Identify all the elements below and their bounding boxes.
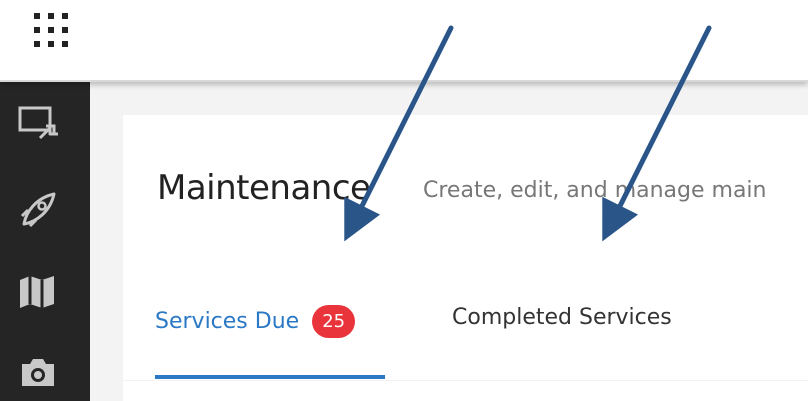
- tab-services-due[interactable]: Services Due 25: [155, 305, 356, 355]
- active-tab-indicator: [155, 375, 385, 379]
- top-bar: [0, 0, 808, 82]
- page-subtitle: Create, edit, and manage main: [423, 178, 767, 203]
- content-card: [123, 381, 808, 401]
- app-launcher-grid-icon[interactable]: [34, 13, 74, 53]
- page-title: Maintenance: [157, 168, 371, 208]
- camera-icon[interactable]: [16, 354, 60, 394]
- count-badge: 25: [312, 305, 356, 338]
- screen-share-icon[interactable]: [16, 104, 60, 144]
- app-window: Maintenance Create, edit, and manage mai…: [0, 0, 808, 401]
- rocket-icon[interactable]: [16, 190, 60, 230]
- map-icon[interactable]: [16, 272, 60, 312]
- tab-completed-services[interactable]: Completed Services: [452, 305, 672, 355]
- main-content: Maintenance Create, edit, and manage mai…: [90, 82, 808, 401]
- header-card: Maintenance Create, edit, and manage mai…: [123, 115, 808, 380]
- tab-label: Services Due: [155, 309, 300, 334]
- sidebar: [0, 82, 90, 401]
- tab-label: Completed Services: [452, 305, 672, 330]
